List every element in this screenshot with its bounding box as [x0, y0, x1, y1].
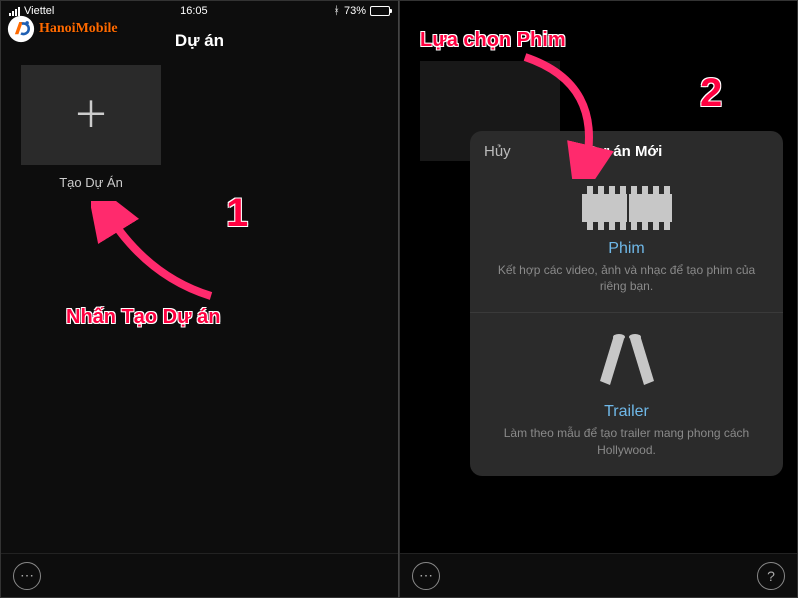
option-trailer[interactable]: Trailer Làm theo mẫu để tạo trailer mang…	[470, 312, 783, 475]
screen-projects: HanoiMobile Viettel 16:05 ᚼ 73% Dự án ＋ …	[0, 0, 399, 598]
annotation-arrow-1-icon	[91, 201, 241, 311]
battery-pct: 73%	[344, 5, 366, 17]
battery-icon	[370, 6, 390, 16]
help-button[interactable]: ?	[757, 562, 785, 590]
bottom-toolbar: ⋯ ?	[400, 553, 797, 597]
bluetooth-icon: ᚼ	[333, 5, 340, 17]
watermark-logo-icon	[7, 15, 35, 43]
filmstrip-icon	[490, 186, 763, 230]
option-trailer-title: Trailer	[490, 403, 763, 421]
watermark-text: HanoiMobile	[39, 21, 118, 37]
spotlights-icon	[490, 333, 763, 393]
cancel-button[interactable]: Hủy	[484, 143, 511, 160]
more-icon: ⋯	[20, 567, 34, 584]
more-button[interactable]: ⋯	[13, 562, 41, 590]
screen-new-project-modal: Lựa chọn Phim 2 Hủy Dự án Mới Phim Kết h…	[399, 0, 798, 598]
more-icon: ⋯	[419, 567, 433, 584]
help-icon: ?	[767, 568, 775, 584]
create-project-tile[interactable]: ＋	[21, 65, 161, 165]
option-trailer-desc: Làm theo mẫu để tạo trailer mang phong c…	[490, 425, 763, 457]
more-button[interactable]: ⋯	[412, 562, 440, 590]
watermark: HanoiMobile	[7, 15, 118, 43]
option-movie-title: Phim	[490, 240, 763, 258]
annotation-arrow-2-icon	[515, 49, 645, 179]
new-project-modal: Hủy Dự án Mới Phim Kết hợp các video, ản…	[470, 131, 783, 476]
bottom-toolbar: ⋯	[1, 553, 398, 597]
option-movie[interactable]: Phim Kết hợp các video, ảnh và nhạc để t…	[470, 166, 783, 312]
create-project-label: Tạo Dự Án	[21, 175, 161, 190]
option-movie-desc: Kết hợp các video, ảnh và nhạc để tạo ph…	[490, 262, 763, 294]
plus-icon: ＋	[73, 97, 109, 133]
